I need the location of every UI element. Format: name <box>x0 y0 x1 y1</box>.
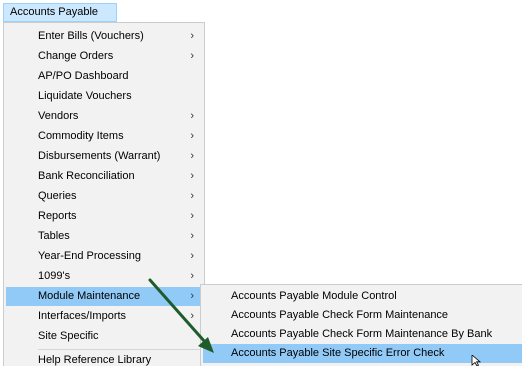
submenu-item-check-form-maintenance[interactable]: Accounts Payable Check Form Maintenance <box>203 306 522 325</box>
chevron-right-icon: › <box>190 130 194 142</box>
menu-item-label: 1099's <box>38 270 71 282</box>
menu-separator <box>38 349 202 350</box>
menu-item-label: Help Reference Library <box>38 354 152 366</box>
menu-item-1099s[interactable]: 1099's › <box>6 267 202 286</box>
menu-item-ap-po-dashboard[interactable]: AP/PO Dashboard <box>6 67 202 86</box>
menu-item-label: Change Orders <box>38 50 114 62</box>
chevron-right-icon: › <box>190 190 194 202</box>
menu-item-label: Liquidate Vouchers <box>38 90 132 102</box>
menu-item-disbursements[interactable]: Disbursements (Warrant) › <box>6 147 202 166</box>
menu-item-label: Module Maintenance <box>38 290 141 302</box>
chevron-right-icon: › <box>190 110 194 122</box>
submenu-item-site-specific-error-check[interactable]: Accounts Payable Site Specific Error Che… <box>203 344 522 363</box>
menu-item-label: AP/PO Dashboard <box>38 70 129 82</box>
menu-item-label: Year-End Processing <box>38 250 141 262</box>
menu-item-commodity-items[interactable]: Commodity Items › <box>6 127 202 146</box>
submenu-item-label: Accounts Payable Module Control <box>231 290 397 302</box>
menu-item-vendors[interactable]: Vendors › <box>6 107 202 126</box>
chevron-right-icon: › <box>190 50 194 62</box>
menu-item-help-reference-library[interactable]: Help Reference Library <box>6 351 202 366</box>
menu-item-label: Interfaces/Imports <box>38 310 127 322</box>
submenu-item-label: Accounts Payable Check Form Maintenance … <box>231 328 493 340</box>
submenu-item-check-form-maintenance-by-bank[interactable]: Accounts Payable Check Form Maintenance … <box>203 325 522 344</box>
menu-item-site-specific[interactable]: Site Specific <box>6 327 202 346</box>
menu-item-label: Commodity Items <box>38 130 124 142</box>
menu-item-label: Bank Reconciliation <box>38 170 135 182</box>
submenu-item-label: Accounts Payable Site Specific Error Che… <box>231 347 445 359</box>
screen: Accounts Payable Enter Bills (Vouchers) … <box>0 0 522 366</box>
accounts-payable-menu: Enter Bills (Vouchers) › Change Orders ›… <box>3 22 205 366</box>
menu-item-label: Reports <box>38 210 77 222</box>
menu-item-module-maintenance[interactable]: Module Maintenance › <box>6 287 202 306</box>
menu-item-bank-reconciliation[interactable]: Bank Reconciliation › <box>6 167 202 186</box>
chevron-right-icon: › <box>190 150 194 162</box>
chevron-right-icon: › <box>190 310 194 322</box>
menu-item-label: Vendors <box>38 110 79 122</box>
menu-item-label: Tables <box>38 230 70 242</box>
menu-item-change-orders[interactable]: Change Orders › <box>6 47 202 66</box>
menu-item-tables[interactable]: Tables › <box>6 227 202 246</box>
chevron-right-icon: › <box>190 290 194 302</box>
menu-item-label: Queries <box>38 190 77 202</box>
menu-item-label: Disbursements (Warrant) <box>38 150 161 162</box>
chevron-right-icon: › <box>190 270 194 282</box>
module-maintenance-submenu: Accounts Payable Module Control Accounts… <box>200 284 522 366</box>
chevron-right-icon: › <box>190 170 194 182</box>
menu-item-label: Site Specific <box>38 330 99 342</box>
submenu-item-module-control[interactable]: Accounts Payable Module Control <box>203 287 522 306</box>
menu-item-enter-bills[interactable]: Enter Bills (Vouchers) › <box>6 27 202 46</box>
menubar-accounts-payable[interactable]: Accounts Payable <box>3 3 117 22</box>
menu-item-reports[interactable]: Reports › <box>6 207 202 226</box>
chevron-right-icon: › <box>190 250 194 262</box>
menu-item-liquidate-vouchers[interactable]: Liquidate Vouchers <box>6 87 202 106</box>
menu-item-interfaces-imports[interactable]: Interfaces/Imports › <box>6 307 202 326</box>
chevron-right-icon: › <box>190 230 194 242</box>
menu-item-year-end-processing[interactable]: Year-End Processing › <box>6 247 202 266</box>
submenu-item-label: Accounts Payable Check Form Maintenance <box>231 309 449 321</box>
chevron-right-icon: › <box>190 210 194 222</box>
chevron-right-icon: › <box>190 30 194 42</box>
menu-item-label: Enter Bills (Vouchers) <box>38 30 144 42</box>
menu-item-queries[interactable]: Queries › <box>6 187 202 206</box>
